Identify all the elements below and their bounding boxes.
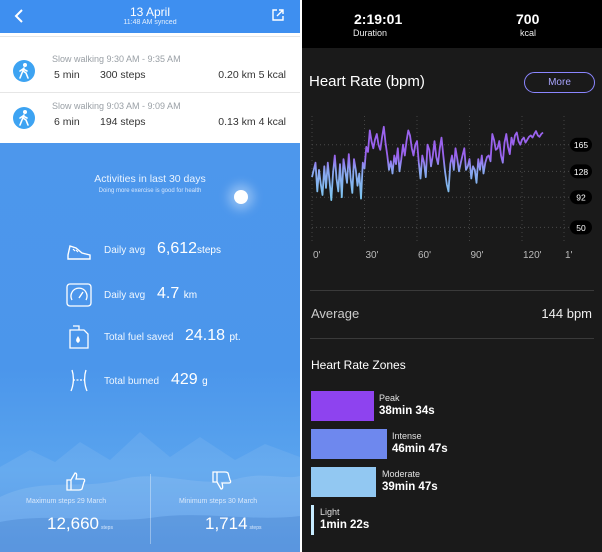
- y-tick-label: 92: [576, 193, 586, 203]
- activity-title: Slow walking 9:03 AM - 9:09 AM: [52, 101, 181, 111]
- stat-burned: Total burned 429 g: [0, 366, 300, 396]
- stat-label: Total burned: [104, 376, 160, 387]
- thumbs-up-icon: [66, 472, 86, 491]
- activity-title: Slow walking 9:30 AM - 9:35 AM: [52, 54, 181, 64]
- average-label: Average: [311, 306, 360, 321]
- workout-summary-bar: 2:19:01 Duration 700 kcal: [302, 0, 602, 48]
- activity-distance: 0.20 km 5 kcal: [218, 69, 286, 81]
- x-tick-label: 90': [471, 250, 484, 261]
- walking-icon: [13, 60, 35, 82]
- workout-panel: 2:19:01 Duration 700 kcal Heart Rate (bp…: [302, 0, 602, 552]
- x-tick-label: 120': [523, 250, 542, 261]
- duration-label: Duration: [353, 28, 388, 38]
- stat-fuel: Total fuel saved 24.18 pt.: [0, 323, 300, 353]
- header-bar: 13 April 11:48 AM synced: [0, 0, 300, 33]
- activity-panel: 13 April 11:48 AM synced Slow walking 9:…: [0, 0, 300, 552]
- waist-icon: [70, 369, 88, 392]
- activity-steps: 300 steps: [100, 69, 146, 81]
- shoe-icon: [67, 245, 91, 260]
- y-tick-label: 128: [574, 167, 588, 177]
- zone-name: Light: [320, 507, 340, 517]
- activity-item[interactable]: Slow walking 9:03 AM - 9:09 AM 6 min 194…: [0, 99, 300, 145]
- y-tick-label: 165: [574, 140, 588, 150]
- y-tick-label: 50: [576, 223, 586, 233]
- activity-distance: 0.13 km 4 kcal: [218, 116, 286, 128]
- heart-rate-title: Heart Rate (bpm): [309, 73, 425, 90]
- stat-value: 6,612steps: [157, 240, 221, 257]
- zone-bar: [311, 391, 374, 421]
- header-date: 13 April: [129, 5, 171, 19]
- max-steps-value: 12,660 steps: [47, 514, 113, 533]
- stat-steps: Daily avg 6,612steps: [0, 237, 300, 267]
- speedometer-icon: [66, 283, 92, 307]
- activity-steps: 194 steps: [100, 116, 146, 128]
- average-value: 144 bpm: [541, 306, 592, 321]
- zones-title: Heart Rate Zones: [311, 358, 406, 372]
- zone-bar: [311, 505, 314, 535]
- divider: [310, 290, 594, 291]
- zone-bar: [311, 467, 376, 497]
- thumbs-down-icon: [212, 471, 232, 490]
- summary-subheading: Doing more exercise is good for health: [98, 188, 202, 194]
- min-steps-label: Minimum steps 30 March: [179, 498, 258, 505]
- min-steps-value: 1,714 steps: [205, 514, 262, 533]
- fuel-can-icon: [69, 325, 89, 349]
- zone-time: 38min 34s: [379, 405, 435, 417]
- activity-duration: 5 min: [54, 69, 80, 81]
- zone-time: 39min 47s: [382, 481, 438, 493]
- sync-status: 11:48 AM synced: [123, 19, 177, 26]
- divider: [0, 36, 300, 37]
- stat-value: 24.18 pt.: [185, 327, 241, 344]
- x-tick-label: 0': [313, 250, 321, 261]
- stat-label: Daily avg: [104, 290, 146, 301]
- x-tick-label: 60': [418, 250, 431, 261]
- kcal-value: 700: [516, 11, 540, 27]
- zone-name: Peak: [379, 393, 400, 403]
- zone-time: 1min 22s: [320, 519, 370, 531]
- kcal-label: kcal: [520, 28, 537, 38]
- heart-rate-line: [311, 125, 544, 201]
- divider: [310, 338, 594, 339]
- x-tick-label: 1': [565, 250, 573, 261]
- zone-name: Moderate: [382, 469, 421, 479]
- stat-label: Daily avg: [104, 245, 146, 256]
- x-tick-label: 30': [366, 250, 379, 261]
- more-button[interactable]: More: [524, 72, 595, 93]
- max-steps-label: Maximum steps 29 March: [26, 498, 107, 505]
- zone-name: Intense: [392, 431, 422, 441]
- stat-value: 429 g: [171, 371, 208, 388]
- duration-value: 2:19:01: [354, 11, 403, 27]
- activity-duration: 6 min: [54, 116, 80, 128]
- step-records: Maximum steps 29 March 12,660 steps Minim…: [0, 468, 300, 552]
- zone-bar: [311, 429, 387, 459]
- walking-icon: [13, 107, 35, 129]
- share-icon[interactable]: [271, 8, 285, 22]
- stat-distance: Daily avg 4.7 km: [0, 281, 300, 311]
- stat-value: 4.7 km: [157, 285, 198, 302]
- divider: [0, 92, 300, 93]
- summary-heading: Activities in last 30 days: [94, 173, 206, 185]
- records-divider: [150, 474, 151, 544]
- heart-rate-chart: 165 128 92 50 0' 30' 60' 90' 120' 1': [311, 116, 592, 261]
- stat-label: Total fuel saved: [104, 332, 174, 343]
- zone-time: 46min 47s: [392, 443, 448, 455]
